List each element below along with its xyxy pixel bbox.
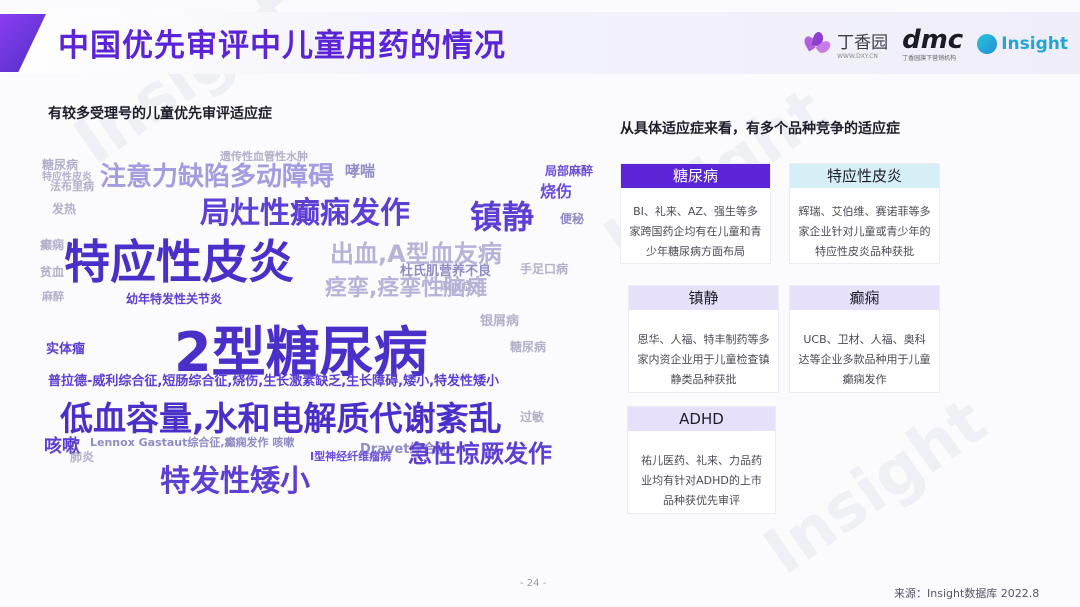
cloud-word: 普拉德-威利综合征,短肠综合征,烧伤,生长激素缺乏,生长障碍,矮小,特发性矮小 [48, 374, 500, 389]
dxy-flower-icon [802, 31, 833, 56]
card-text: UCB、卫材、人福、奥科达等企业多款品种用于儿童癫痫发作 [798, 333, 931, 386]
card-text: 恩华、人福、特丰制药等多家内资企业用于儿童检查镇静类品种获批 [637, 333, 770, 386]
card-text: 祐儿医药、礼来、力品药业均有针对ADHD的上市品种获优先审评 [641, 454, 762, 507]
cloud-word: 发热 [52, 202, 77, 216]
dmc-logo-sub: 丁香园旗下营销机构 [902, 54, 957, 62]
indication-card: 特应性皮炎 辉瑞、艾伯维、赛诺菲等多家企业针对儿童或青少年的特应性皮炎品种获批 [789, 163, 940, 264]
cloud-word: 过敏 [520, 410, 545, 424]
cloud-word: 特应性皮炎 [42, 172, 92, 183]
card-title: ADHD [628, 407, 775, 431]
cloud-word: 特发性矮小 [160, 464, 310, 499]
card-title: 特应性皮炎 [790, 164, 939, 188]
dxy-logo-url: WWW.DXY.CN [837, 53, 878, 60]
cloud-word: 哮喘 [345, 162, 376, 180]
card-text: BI、礼来、AZ、强生等多家跨国药企均有在儿童和青少年糖尿病方面布局 [629, 205, 762, 258]
dmc-logo: dmc 丁香园旗下营销机构 [902, 27, 963, 62]
cloud-word: 镇静 [470, 198, 535, 236]
cloud-word: 幼年特发性关节炎 [126, 292, 223, 306]
cloud-word: 麻醉 [42, 290, 64, 303]
slide: Insight Insight Insight 中国优先审评中儿童用药的情况 丁… [0, 0, 1080, 607]
cloud-word: 便秘 [560, 212, 585, 226]
card-title: 镇静 [629, 286, 778, 310]
cloud-word: 手足口病 [520, 262, 569, 276]
cloud-word: Lennox Gastaut综合征,癫痫发作 咳嗽 [90, 436, 295, 449]
word-cloud: 糖尿病 法布里病 特应性皮炎 发热 银屑病 糖尿病 癫痫 过敏 败血症 贫血 肺… [40, 148, 600, 533]
cards-subtitle: 从具体适应症来看，有多个品种竞争的适应症 [620, 121, 900, 137]
cloud-word: 贫血 [40, 265, 65, 279]
cloud-word: 杜氏肌营养不良 [400, 264, 492, 279]
cloud-word: 咳嗽 [44, 436, 80, 457]
indication-card: ADHD 祐儿医药、礼来、力品药业均有针对ADHD的上市品种获优先审评 [627, 406, 776, 514]
insight-logo-icon [977, 34, 998, 54]
source-note: 来源：Insight数据库 2022.8 [894, 587, 1040, 600]
cloud-word: 低血容量,水和电解质代谢紊乱 [60, 399, 502, 438]
page-number: - 24 - [520, 578, 547, 589]
cloud-word: 癫痫 [40, 238, 65, 252]
cloud-word: 局部麻醉 [545, 164, 594, 178]
insight-logo-name: Insight [1001, 34, 1068, 54]
cloud-word: 急性惊厥发作 [408, 440, 552, 468]
logo-group: 丁香园 WWW.DXY.CN dmc 丁香园旗下营销机构 Insight [802, 24, 1068, 64]
dxy-logo-name: 丁香园 [837, 33, 889, 53]
indication-card: 糖尿病 BI、礼来、AZ、强生等多家跨国药企均有在儿童和青少年糖尿病方面布局 [620, 163, 771, 264]
cloud-word: 实体瘤 [46, 342, 86, 357]
card-title: 糖尿病 [621, 164, 770, 188]
dmc-logo-name: dmc [902, 24, 964, 55]
watermark: Insight [751, 384, 1000, 590]
cloud-word: 糖尿病 [510, 340, 547, 354]
cloud-word: 特应性皮炎 [64, 235, 294, 289]
insight-logo: Insight [977, 34, 1068, 54]
cloud-word: 银屑病 [480, 314, 520, 329]
card-title: 癫痫 [790, 286, 939, 310]
cloud-word: 烧伤 [540, 182, 573, 201]
page-title: 中国优先审评中儿童用药的情况 [58, 28, 506, 64]
card-text: 辉瑞、艾伯维、赛诺菲等多家企业针对儿童或青少年的特应性皮炎品种获批 [798, 205, 931, 258]
wordcloud-subtitle: 有较多受理号的儿童优先审评适应症 [48, 106, 272, 122]
indication-card: 镇静 恩华、人福、特丰制药等多家内资企业用于儿童检查镇静类品种获批 [628, 285, 779, 393]
indication-card: 癫痫 UCB、卫材、人福、奥科达等企业多款品种用于儿童癫痫发作 [789, 285, 940, 393]
cloud-word: I型神经纤维瘤病 [310, 450, 392, 463]
dxy-logo: 丁香园 WWW.DXY.CN [802, 28, 889, 60]
